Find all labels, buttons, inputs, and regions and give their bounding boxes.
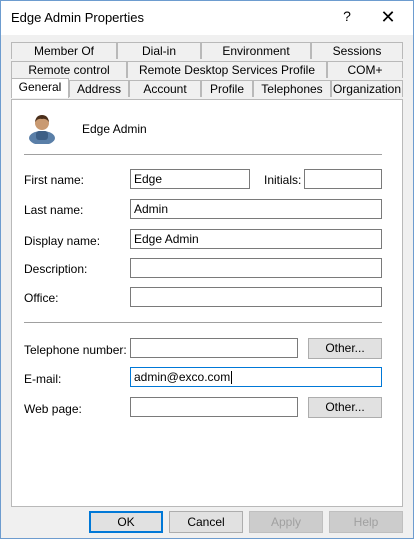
display-name-field[interactable]: Edge Admin [130,229,382,249]
tab-member-of[interactable]: Member Of [11,42,117,59]
ok-button[interactable]: OK [89,511,163,533]
properties-dialog: Edge Admin Properties ? ✕ Member Of Dial… [0,0,414,539]
first-name-field[interactable]: Edge [130,169,250,189]
tab-remote-desktop-services-profile[interactable]: Remote Desktop Services Profile [127,61,327,78]
first-name-label: First name: [24,173,85,187]
general-tab-page: Edge Admin First name: Edge Initials: La… [11,99,403,507]
tab-com-plus[interactable]: COM+ [327,61,403,78]
initials-label: Initials: [264,173,302,187]
telephone-number-label: Telephone number: [24,343,127,357]
office-label: Office: [24,291,59,305]
apply-button[interactable]: Apply [249,511,323,533]
cancel-button[interactable]: Cancel [169,511,243,533]
tab-organization[interactable]: Organization [331,80,403,97]
title-bar[interactable]: Edge Admin Properties ? ✕ [1,1,413,35]
tab-environment[interactable]: Environment [201,42,311,59]
help-button[interactable]: Help [329,511,403,533]
description-label: Description: [24,262,88,276]
tab-account[interactable]: Account [129,80,201,97]
description-field[interactable] [130,258,382,278]
user-display-name: Edge Admin [82,122,147,136]
email-field[interactable]: admin@exco.com [130,367,382,387]
last-name-field[interactable]: Admin [130,199,382,219]
web-page-other-button[interactable]: Other... [308,397,382,418]
tab-address[interactable]: Address [69,80,129,97]
web-page-label: Web page: [24,402,82,416]
tab-sessions[interactable]: Sessions [311,42,403,59]
tab-remote-control[interactable]: Remote control [11,61,127,78]
telephone-other-button[interactable]: Other... [308,338,382,359]
display-name-label: Display name: [24,234,101,248]
tab-dial-in[interactable]: Dial-in [117,42,201,59]
office-field[interactable] [130,287,382,307]
separator [24,322,382,323]
last-name-label: Last name: [24,203,84,217]
tab-general[interactable]: General [11,78,69,98]
user-avatar-icon [29,115,55,144]
tab-profile[interactable]: Profile [201,80,253,97]
tab-telephones[interactable]: Telephones [253,80,331,97]
email-label: E-mail: [24,372,62,386]
close-icon[interactable]: ✕ [373,5,403,29]
web-page-field[interactable] [130,397,298,417]
text-caret [231,371,233,385]
telephone-number-field[interactable] [130,338,298,358]
dialog-title: Edge Admin Properties [11,10,144,25]
separator [24,154,382,155]
initials-field[interactable] [304,169,382,189]
help-icon[interactable]: ? [337,8,357,24]
email-value: admin@exco.com [134,370,231,384]
